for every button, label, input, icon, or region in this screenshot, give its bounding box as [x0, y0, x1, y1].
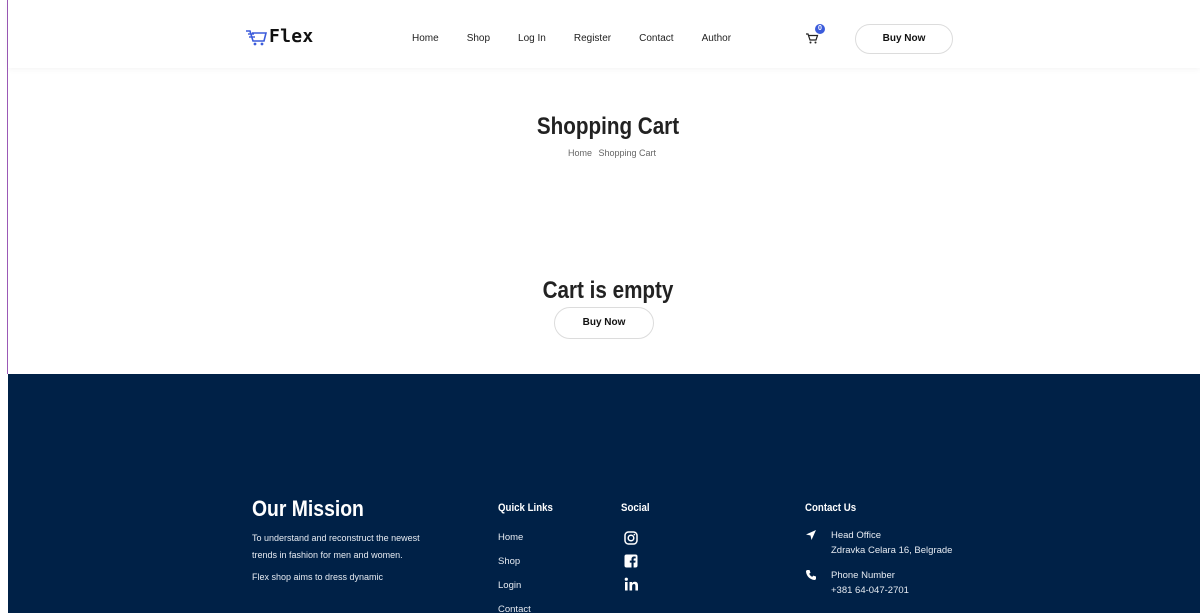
- footer-link-contact[interactable]: Contact: [498, 604, 560, 613]
- breadcrumb-home[interactable]: Home: [568, 148, 592, 158]
- breadcrumb: Home Shopping Cart: [8, 148, 1200, 158]
- nav-log-in[interactable]: Log In: [518, 32, 546, 46]
- social-title: Social: [621, 502, 650, 514]
- nav-register[interactable]: Register: [574, 32, 611, 46]
- quick-links-column: Quick Links Home Shop Login Contact: [498, 502, 560, 613]
- location-arrow-icon: [805, 528, 831, 558]
- mission-column: Our Mission To understand and reconstruc…: [252, 496, 422, 585]
- contact-office: Head Office Zdravka Celara 16, Belgrade: [805, 528, 952, 558]
- mission-text-2: Flex shop aims to dress dynamic: [252, 572, 384, 582]
- contact-phone: Phone Number +381 64-047-2701: [805, 568, 952, 598]
- phone-number: +381 64-047-2701: [831, 585, 909, 596]
- cart-count-badge: 0: [815, 24, 825, 34]
- office-label: Head Office: [831, 530, 881, 541]
- nav-author[interactable]: Author: [702, 32, 731, 46]
- footer-link-login[interactable]: Login: [498, 580, 560, 604]
- nav-contact[interactable]: Contact: [639, 32, 673, 46]
- instagram-icon[interactable]: [621, 531, 641, 553]
- mission-text: To understand and reconstruct the newest…: [252, 533, 420, 560]
- contact-title: Contact Us: [805, 502, 857, 514]
- cart-logo-icon: [246, 29, 267, 45]
- quick-links-title: Quick Links: [498, 502, 553, 514]
- office-address: Zdravka Celara 16, Belgrade: [831, 545, 953, 556]
- main-nav: Home Shop Log In Register Contact Author: [412, 32, 759, 46]
- nav-shop[interactable]: Shop: [467, 32, 490, 46]
- logo-text: Flex: [269, 26, 314, 47]
- cart-icon[interactable]: [805, 32, 819, 44]
- footer-link-home[interactable]: Home: [498, 532, 560, 556]
- phone-icon: [805, 568, 831, 598]
- buy-now-button[interactable]: Buy Now: [554, 307, 654, 339]
- phone-label: Phone Number: [831, 570, 895, 581]
- cart-empty-message: Cart is empty: [542, 277, 674, 304]
- footer-link-shop[interactable]: Shop: [498, 556, 560, 580]
- facebook-icon[interactable]: [621, 554, 641, 576]
- breadcrumb-current: Shopping Cart: [598, 148, 657, 158]
- site-footer: Our Mission To understand and reconstruc…: [8, 374, 1200, 613]
- buy-now-header-button[interactable]: Buy Now: [855, 24, 953, 54]
- page-title: Shopping Cart: [536, 113, 680, 140]
- logo[interactable]: Flex: [245, 26, 314, 47]
- social-column: Social: [621, 502, 653, 600]
- mission-title: Our Mission: [252, 496, 364, 521]
- nav-home[interactable]: Home: [412, 32, 439, 46]
- linkedin-icon[interactable]: [621, 577, 641, 599]
- contact-column: Contact Us Head Office Zdravka Celara 16…: [805, 502, 952, 598]
